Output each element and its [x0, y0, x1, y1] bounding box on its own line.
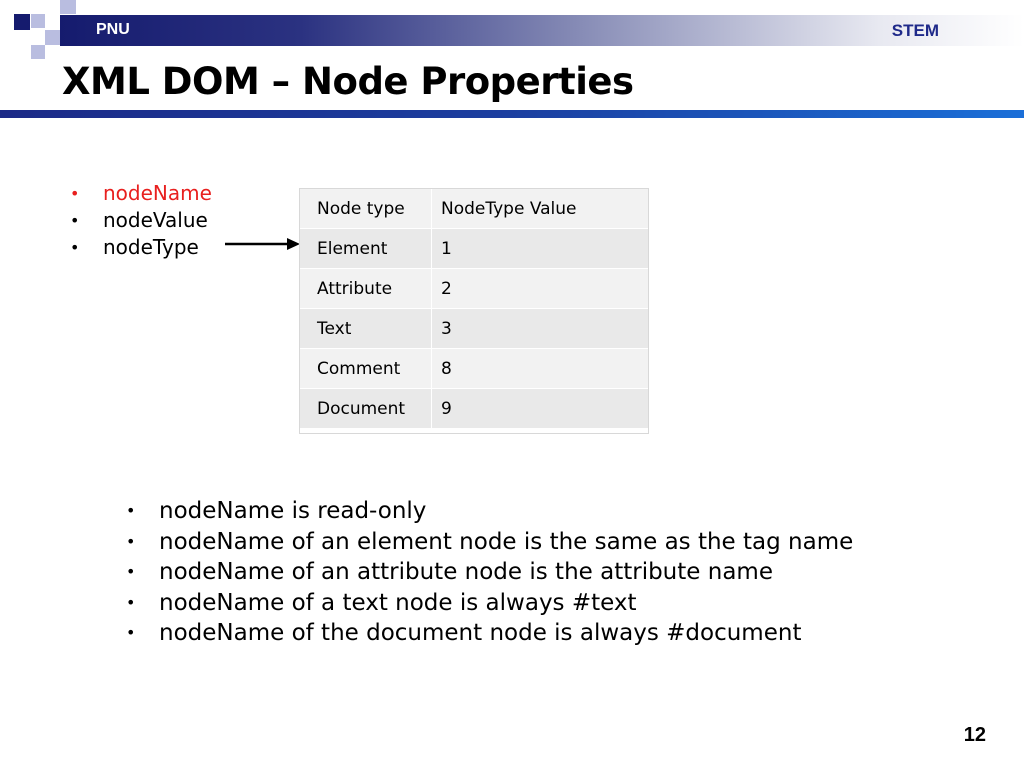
list-item: • nodeName of an attribute node is the a…: [126, 557, 853, 588]
bullet: •: [126, 501, 136, 520]
notes-list: • nodeName is read-only • nodeName of an…: [126, 496, 853, 649]
table-row: Attribute 2: [299, 268, 650, 309]
bullet: •: [70, 184, 80, 203]
list-item: • nodeValue: [70, 207, 212, 234]
arrow-right-icon: [225, 238, 300, 250]
note-text: nodeName of a text node is always #text: [159, 589, 637, 616]
bullet: •: [126, 531, 136, 551]
table-row: Comment 8: [299, 348, 650, 389]
logo-square: [31, 45, 45, 59]
table-cell: 2: [431, 268, 650, 309]
note-text: nodeName is read-only: [159, 498, 427, 524]
page-title: XML DOM – Node Properties: [62, 60, 634, 103]
table-cell: 3: [431, 308, 650, 349]
logo-square: [45, 30, 60, 45]
property-label: nodeType: [103, 235, 199, 259]
table-header-cell: Node type: [299, 188, 432, 229]
table-row: Element 1: [299, 228, 650, 269]
org-label: PNU: [96, 21, 130, 38]
note-text: nodeName of an attribute node is the att…: [159, 559, 773, 585]
list-item: • nodeName of the document node is alway…: [126, 618, 853, 649]
table-header-cell: NodeType Value: [431, 188, 650, 229]
property-label: nodeValue: [103, 208, 208, 232]
title-rule: [0, 110, 1024, 118]
table-row: Text 3: [299, 308, 650, 349]
table-cell: Document: [299, 388, 432, 429]
bullet: •: [70, 211, 80, 230]
list-item: • nodeType: [70, 234, 212, 261]
logo-square: [31, 14, 45, 28]
list-item: • nodeName: [70, 180, 212, 207]
table-row: Node type NodeType Value: [299, 188, 650, 229]
table-cell: Text: [299, 308, 432, 349]
table-cell: Element: [299, 228, 432, 269]
list-item: • nodeName is read-only: [126, 496, 853, 527]
properties-list: • nodeName • nodeValue • nodeType: [70, 180, 212, 261]
bullet: •: [126, 592, 136, 612]
header-band: [60, 15, 1024, 46]
nodetype-table: Node type NodeType Value Element 1 Attri…: [299, 188, 650, 429]
list-item: • nodeName of an element node is the sam…: [126, 527, 853, 558]
table-row: Document 9: [299, 388, 650, 429]
bullet: •: [126, 562, 136, 581]
property-label: nodeName: [103, 181, 212, 205]
note-text: nodeName of the document node is always …: [159, 620, 802, 646]
table-cell: Comment: [299, 348, 432, 389]
bullet: •: [70, 238, 80, 257]
note-text: nodeName of an element node is the same …: [159, 528, 854, 555]
table-cell: Attribute: [299, 268, 432, 309]
logo-square: [60, 0, 76, 14]
bullet: •: [126, 623, 136, 642]
list-item: • nodeName of a text node is always #tex…: [126, 588, 853, 619]
logo-square: [14, 14, 30, 30]
table-cell: 1: [431, 228, 650, 269]
table-cell: 8: [431, 348, 650, 389]
dept-label: STEM: [891, 21, 939, 40]
table-cell: 9: [431, 388, 650, 429]
page-number: 12: [963, 724, 986, 746]
